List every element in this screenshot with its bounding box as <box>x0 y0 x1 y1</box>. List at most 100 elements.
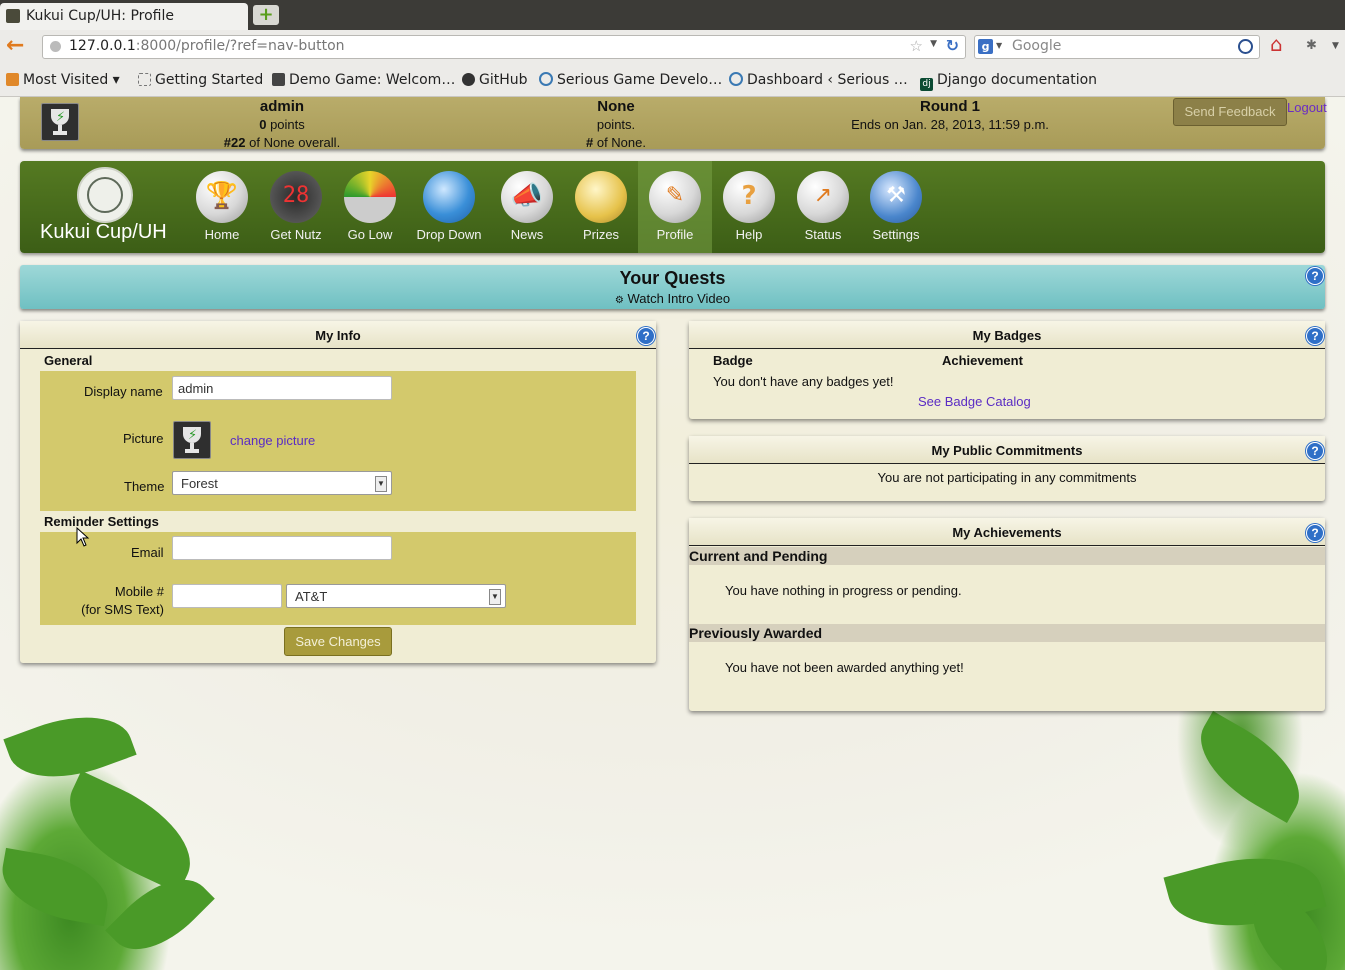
bookmark-django-docs[interactable]: dj Django documentation <box>920 72 1097 91</box>
achievement-column-header: Achievement <box>942 353 1023 368</box>
scoreboard-bar: ⚡ admin 0 points #22 of None overall. No… <box>20 97 1327 150</box>
water-drop-icon <box>423 171 475 223</box>
url-history-dropdown-icon[interactable]: ▼ <box>930 39 937 49</box>
search-engine-dropdown-icon[interactable]: ▼ <box>996 41 1002 50</box>
my-achievements-panel: My Achievements ? Current and Pending Yo… <box>689 518 1325 711</box>
brand-name[interactable]: Kukui Cup/UH <box>40 221 167 244</box>
carrier-select[interactable]: AT&T ▼ <box>286 584 506 608</box>
nav-help[interactable]: ? Help <box>712 161 786 253</box>
current-pending-heading: Current and Pending <box>689 547 1325 565</box>
menu-dropdown-icon[interactable]: ▼ <box>1332 41 1339 51</box>
quests-panel: Your Quests ⚙ Watch Intro Video ? <box>20 265 1325 309</box>
reload-icon[interactable]: ↻ <box>946 36 959 55</box>
change-picture-link[interactable]: change picture <box>230 433 315 448</box>
team-score: None points. # of None. <box>585 98 646 150</box>
github-icon <box>462 73 475 86</box>
profile-card-icon: ✎ <box>649 171 701 223</box>
nav-go-low[interactable]: Go Low <box>333 161 407 253</box>
search-icon[interactable] <box>1238 39 1253 54</box>
nav-drop-down[interactable]: Drop Down <box>412 161 486 253</box>
email-field[interactable] <box>172 536 392 560</box>
logout-link[interactable]: Logout <box>1287 100 1327 115</box>
bookmark-dashboard[interactable]: Dashboard ‹ Serious … <box>729 72 908 88</box>
bookmarks-toolbar: Most Visited ▾ Getting Started Demo Game… <box>0 63 1345 97</box>
bookmark-serious-game[interactable]: Serious Game Develo… <box>539 72 722 88</box>
quest-item[interactable]: ⚙ Watch Intro Video <box>20 291 1325 306</box>
previously-awarded-text: You have not been awarded anything yet! <box>725 660 964 675</box>
address-bar[interactable]: 127.0.0.1:8000/profile/?ref=nav-button ☆… <box>42 35 966 59</box>
mobile-number-input[interactable] <box>172 584 282 608</box>
send-feedback-button[interactable]: Send Feedback <box>1173 98 1287 126</box>
avatar: ⚡ <box>173 421 211 459</box>
round-info: Round 1 Ends on Jan. 28, 2013, 11:59 p.m… <box>800 98 1100 134</box>
bookmark-most-visited[interactable]: Most Visited ▾ <box>6 72 120 88</box>
trophy-icon <box>272 73 285 86</box>
my-badges-panel: My Badges ? Badge Achievement You don't … <box>689 321 1325 419</box>
no-commitments-text: You are not participating in any commitm… <box>877 470 1137 485</box>
nav-prizes[interactable]: Prizes <box>564 161 638 253</box>
leaf-decoration <box>1183 711 1317 823</box>
nav-home[interactable]: 🏆 Home <box>185 161 259 253</box>
django-icon: dj <box>920 78 933 91</box>
extension-icon[interactable]: ✱ <box>1306 38 1317 53</box>
page-background: ⚡ admin 0 points #22 of None overall. No… <box>0 97 1345 970</box>
chevron-down-icon: ▼ <box>489 589 501 605</box>
site-identity-icon[interactable] <box>50 41 61 52</box>
user-score: admin 0 points #22 of None overall. <box>223 98 341 150</box>
browser-tab-bar: Kukui Cup/UH: Profile + <box>0 0 1345 30</box>
nav-get-nutz[interactable]: 28 Get Nutz <box>259 161 333 253</box>
bookmark-demo-game[interactable]: Demo Game: Welcom… <box>272 72 455 88</box>
search-engine-icon[interactable]: g <box>978 39 993 54</box>
home-icon[interactable]: ⌂ <box>1270 32 1283 56</box>
scoreboard-icon: 28 <box>270 171 322 223</box>
team-name: None <box>597 98 635 115</box>
kukui-cup-logo[interactable] <box>77 167 133 223</box>
theme-select[interactable]: Forest ▼ <box>172 471 392 495</box>
theme-label: Theme <box>124 479 165 494</box>
my-achievements-title: My Achievements <box>689 518 1325 546</box>
chart-icon: ↗ <box>797 171 849 223</box>
mobile-label: Mobile # (for SMS Text) <box>81 584 164 617</box>
bookmark-getting-started[interactable]: Getting Started <box>138 72 263 88</box>
leaf-decoration <box>3 698 137 796</box>
my-achievements-help-icon[interactable]: ? <box>1306 524 1324 542</box>
trophy-icon[interactable]: ⚡ <box>41 103 79 141</box>
save-changes-button[interactable]: Save Changes <box>284 627 392 656</box>
search-bar[interactable]: g ▼ Google <box>974 35 1260 59</box>
wordpress-icon <box>539 72 553 86</box>
quests-help-icon[interactable]: ? <box>1306 267 1324 285</box>
badge-catalog-link[interactable]: See Badge Catalog <box>918 394 1031 409</box>
my-commitments-help-icon[interactable]: ? <box>1306 442 1324 460</box>
my-badges-title: My Badges <box>689 321 1325 349</box>
question-icon: ? <box>723 171 775 223</box>
user-name: admin <box>259 98 305 115</box>
current-pending-text: You have nothing in progress or pending. <box>725 583 962 598</box>
leaf-decoration <box>0 847 115 927</box>
no-badges-text: You don't have any badges yet! <box>713 374 894 389</box>
new-tab-button[interactable]: + <box>253 5 279 25</box>
picture-label: Picture <box>123 431 164 446</box>
back-arrow-icon[interactable]: ← <box>6 35 32 57</box>
mouse-cursor-icon <box>76 527 90 547</box>
bookmark-github[interactable]: GitHub <box>462 72 528 88</box>
nav-settings[interactable]: ⚒ Settings <box>859 161 933 253</box>
browser-tab[interactable]: Kukui Cup/UH: Profile <box>0 3 248 30</box>
nav-profile[interactable]: ✎ Profile <box>638 161 712 253</box>
my-info-panel: My Info ? General Display name Picture ⚡… <box>20 321 656 663</box>
nav-status[interactable]: ↗ Status <box>786 161 860 253</box>
wordpress-icon <box>729 72 743 86</box>
my-info-help-icon[interactable]: ? <box>637 327 655 345</box>
display-name-input[interactable] <box>172 376 392 400</box>
trophy-icon: 🏆 <box>196 171 248 223</box>
reminder-settings-heading: Reminder Settings <box>44 514 159 529</box>
folder-icon <box>6 73 19 86</box>
url-text[interactable]: 127.0.0.1:8000/profile/?ref=nav-button <box>69 38 345 54</box>
my-badges-help-icon[interactable]: ? <box>1306 327 1324 345</box>
search-input[interactable]: Google <box>1012 38 1061 54</box>
chevron-down-icon: ▼ <box>375 476 387 492</box>
ribbon-icon <box>575 171 627 223</box>
page-icon <box>138 73 151 86</box>
bookmark-star-icon[interactable]: ☆ <box>910 37 923 55</box>
nav-news[interactable]: 📣 News <box>490 161 564 253</box>
round-title: Round 1 <box>920 98 980 115</box>
